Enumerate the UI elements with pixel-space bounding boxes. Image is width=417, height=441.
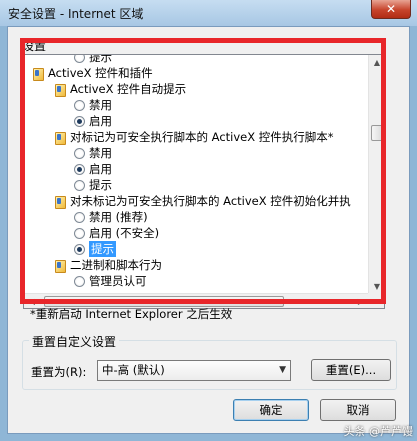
setting-label: ActiveX 控件和插件 xyxy=(48,66,153,80)
setting-option[interactable]: 禁用 (推荐) xyxy=(74,209,148,225)
radio-button[interactable] xyxy=(74,179,85,191)
setting-folder-icon xyxy=(54,195,66,209)
radio-button[interactable] xyxy=(74,147,85,159)
radio-button[interactable] xyxy=(74,211,85,223)
setting-label: 对未标记为可安全执行脚本的 ActiveX 控件初始化并执 xyxy=(70,194,351,208)
setting-label: 对标记为可安全执行脚本的 ActiveX 控件执行脚本* xyxy=(70,130,334,144)
reset-group: 重置自定义设置 重置为(R): 中-高 (默认) ▼ 重置(E)... xyxy=(22,333,397,390)
reset-to-label: 重置为(R): xyxy=(31,365,87,379)
scroll-right-arrow-icon[interactable]: ▶ xyxy=(353,294,369,308)
setting-option[interactable]: 提示 xyxy=(74,177,112,193)
reset-group-label: 重置自定义设置 xyxy=(29,333,120,350)
window-title: 安全设置 - Internet 区域 xyxy=(8,7,144,21)
setting-category: 对未标记为可安全执行脚本的 ActiveX 控件初始化并执 xyxy=(54,193,351,209)
restart-note: *重新启动 Internet Explorer 之后生效 xyxy=(30,307,233,321)
setting-label: 二进制和脚本行为 xyxy=(70,258,162,272)
radio-button[interactable] xyxy=(74,55,85,63)
setting-label: 启用 xyxy=(89,114,112,128)
vertical-scroll-thumb[interactable] xyxy=(371,125,383,141)
radio-button[interactable] xyxy=(74,99,85,111)
reset-level-select[interactable]: 中-高 (默认) ▼ xyxy=(97,360,291,381)
cancel-button[interactable]: 取消 xyxy=(320,399,396,421)
setting-label: 提示 xyxy=(89,178,112,192)
setting-option[interactable]: 管理员认可 xyxy=(74,273,147,289)
ok-button[interactable]: 确定 xyxy=(233,399,309,421)
setting-category: 二进制和脚本行为 xyxy=(54,257,162,273)
settings-tree-box: 提示 ActiveX 控件和插件 ActiveX 控件自动提示 禁用 启用 对标记为可安全… xyxy=(23,54,385,309)
reset-button[interactable]: 重置(E)... xyxy=(311,359,391,381)
chevron-down-icon: ▼ xyxy=(279,365,286,375)
setting-option[interactable]: 启用 (不安全) xyxy=(74,225,159,241)
vertical-scrollbar[interactable]: ▲ ▼ xyxy=(368,55,384,295)
scrollbar-corner xyxy=(368,293,384,308)
setting-label: 禁用 xyxy=(89,146,112,160)
setting-option[interactable]: 禁用 xyxy=(74,145,112,161)
setting-category: ActiveX 控件自动提示 xyxy=(54,81,186,97)
setting-label: 提示 xyxy=(89,55,112,64)
radio-button[interactable] xyxy=(74,275,85,287)
setting-folder-icon xyxy=(54,83,66,97)
setting-option[interactable]: 启用 xyxy=(74,161,112,177)
setting-option[interactable]: 提示 xyxy=(74,241,116,257)
setting-category: ActiveX 控件和插件 xyxy=(32,65,153,81)
radio-button[interactable] xyxy=(74,243,85,255)
setting-label: 启用 xyxy=(89,162,112,176)
setting-label: 禁用 xyxy=(89,98,112,112)
settings-group-label: 设置 xyxy=(22,39,47,53)
reset-level-value: 中-高 (默认) xyxy=(102,363,165,377)
setting-label: ActiveX 控件自动提示 xyxy=(70,82,187,96)
setting-option[interactable]: 启用 xyxy=(74,113,112,129)
setting-label: 启用 (不安全) xyxy=(89,226,160,240)
radio-button[interactable] xyxy=(74,227,85,239)
setting-category: 对标记为可安全执行脚本的 ActiveX 控件执行脚本* xyxy=(54,129,334,145)
watermark: 头条 @芦芦馒 xyxy=(343,425,414,438)
setting-folder-icon xyxy=(54,131,66,145)
setting-folder-icon xyxy=(32,67,44,81)
setting-option[interactable]: 提示 xyxy=(74,55,112,65)
setting-folder-icon xyxy=(54,259,66,273)
radio-button[interactable] xyxy=(74,163,85,175)
close-icon: ✕ xyxy=(385,2,397,16)
settings-tree: 提示 ActiveX 控件和插件 ActiveX 控件自动提示 禁用 启用 对标记为可安全… xyxy=(24,55,369,295)
scroll-up-arrow-icon[interactable]: ▲ xyxy=(369,55,384,71)
close-button[interactable]: ✕ xyxy=(371,0,411,19)
setting-label: 管理员认可 xyxy=(89,274,147,288)
setting-option[interactable]: 禁用 xyxy=(74,97,112,113)
security-settings-dialog: 设置 提示 ActiveX 控件和插件 ActiveX 控件自动提示 禁用 启用 对标记为… xyxy=(7,26,410,434)
setting-label: 禁用 (推荐) xyxy=(89,210,148,224)
title-bar: 安全设置 - Internet 区域 ✕ xyxy=(0,0,417,26)
setting-label: 提示 xyxy=(89,241,116,257)
radio-button[interactable] xyxy=(74,115,85,127)
